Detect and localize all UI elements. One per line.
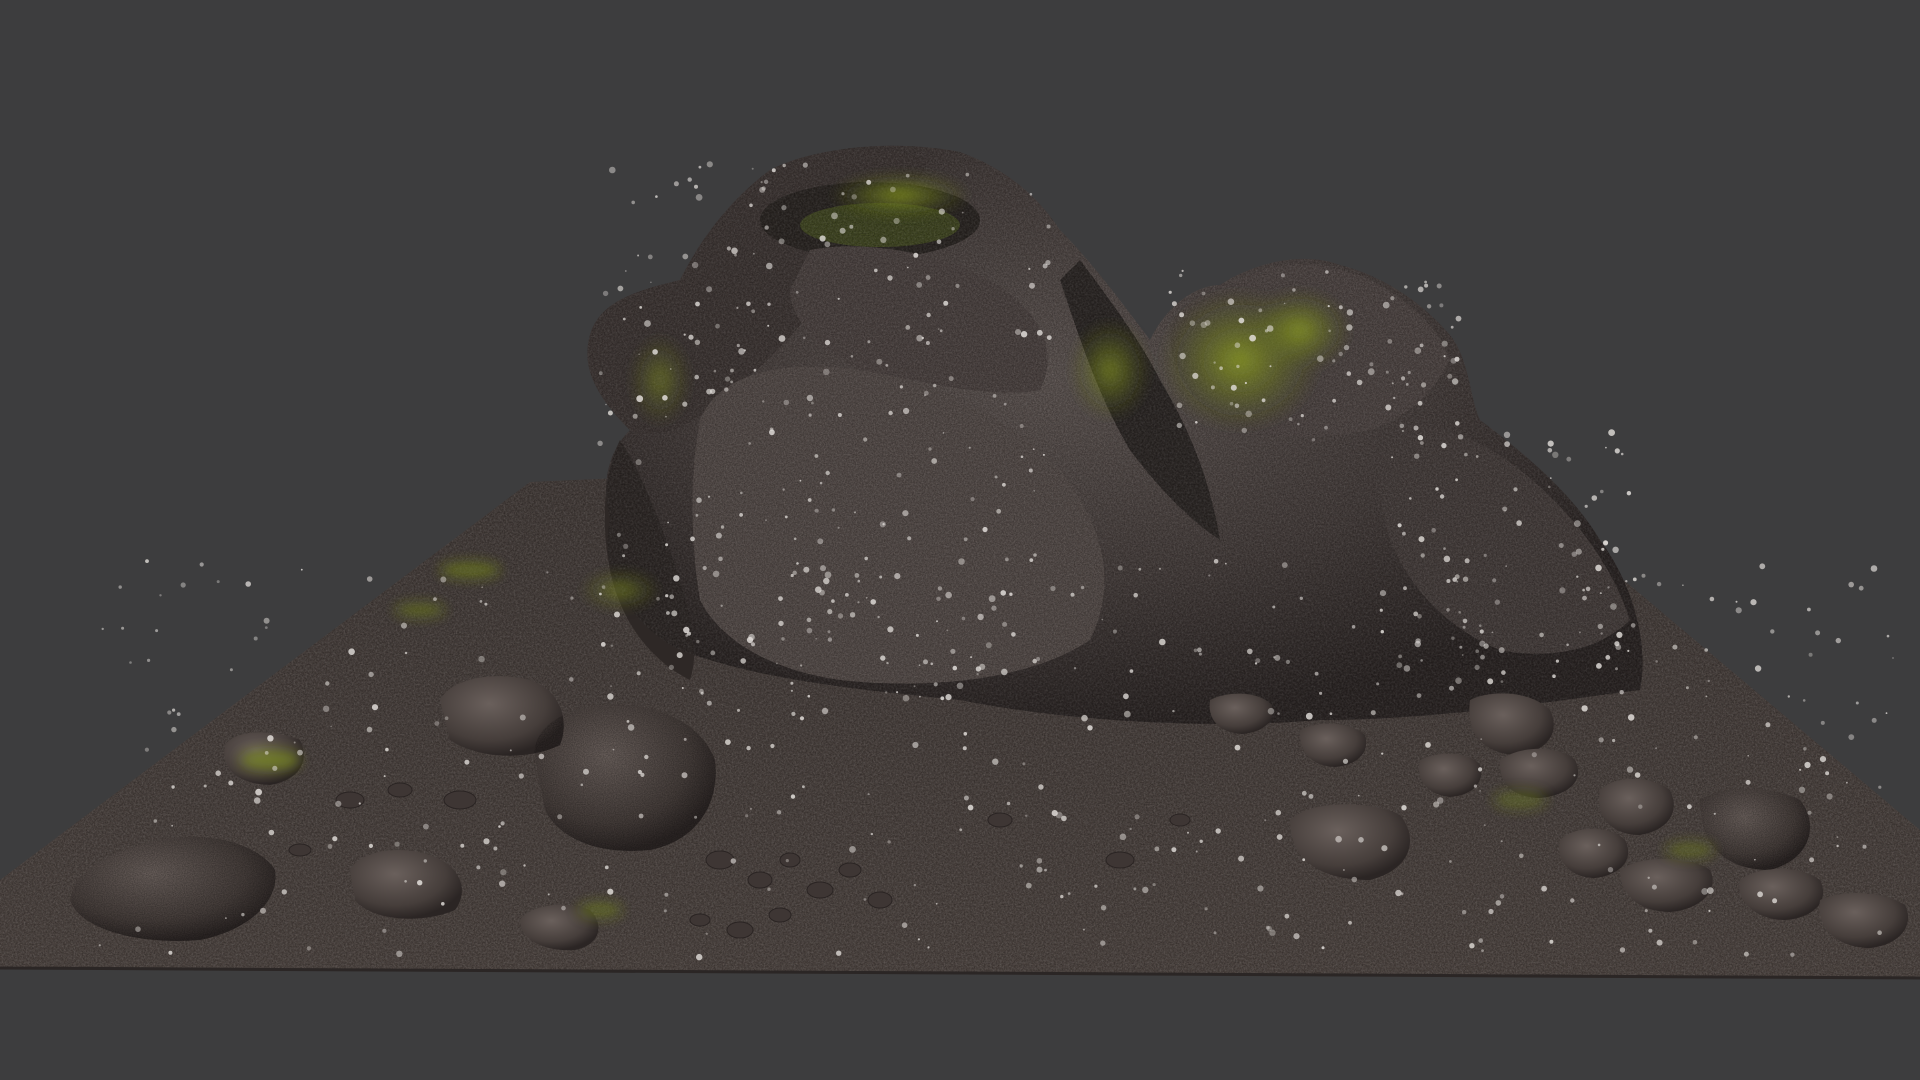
rock-scene [0,0,1920,1080]
3d-viewport[interactable] [0,0,1920,1080]
